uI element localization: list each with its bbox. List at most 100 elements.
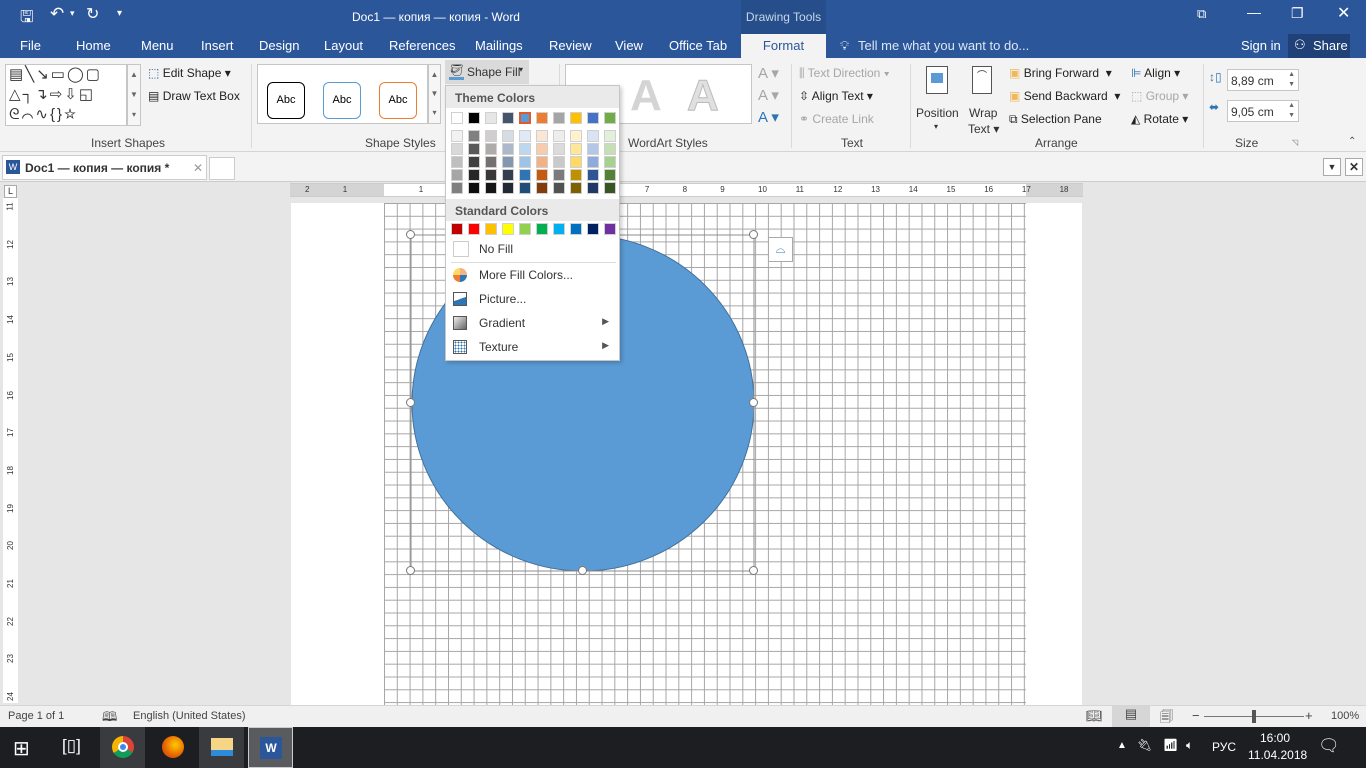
- theme-shade-swatch[interactable]: [485, 182, 497, 194]
- page-count[interactable]: Page 1 of 1: [8, 710, 64, 722]
- battery-icon[interactable]: 🔌︎: [1137, 738, 1152, 752]
- standard-color-swatch[interactable]: [519, 223, 531, 235]
- print-layout-icon[interactable]: ▤: [1112, 706, 1150, 727]
- taskbar-word[interactable]: W: [248, 727, 293, 768]
- resize-handle[interactable]: [578, 566, 587, 575]
- standard-color-swatch[interactable]: [502, 223, 514, 235]
- standard-color-swatch[interactable]: [536, 223, 548, 235]
- theme-shade-swatch[interactable]: [553, 182, 565, 194]
- picture-fill-item[interactable]: Picture...: [446, 287, 619, 311]
- theme-shade-swatch[interactable]: [587, 130, 599, 142]
- theme-shade-swatch[interactable]: [536, 182, 548, 194]
- theme-shade-swatch[interactable]: [553, 156, 565, 168]
- resize-handle[interactable]: [406, 566, 415, 575]
- theme-shade-swatch[interactable]: [553, 143, 565, 155]
- theme-shade-swatch[interactable]: [451, 169, 463, 181]
- theme-shade-swatch[interactable]: [587, 169, 599, 181]
- theme-shade-swatch[interactable]: [519, 130, 531, 142]
- standard-color-swatch[interactable]: [587, 223, 599, 235]
- theme-color-swatch[interactable]: [502, 112, 514, 124]
- theme-color-swatch[interactable]: [451, 112, 463, 124]
- standard-color-swatch[interactable]: [553, 223, 565, 235]
- theme-shade-swatch[interactable]: [451, 130, 463, 142]
- read-mode-icon[interactable]: 📖︎: [1086, 708, 1103, 724]
- taskbar-chrome[interactable]: [100, 727, 145, 768]
- zoom-out-icon[interactable]: −: [1192, 708, 1200, 723]
- action-center-icon[interactable]: 🗨︎: [1318, 736, 1340, 756]
- theme-shade-swatch[interactable]: [587, 156, 599, 168]
- theme-shade-swatch[interactable]: [604, 143, 616, 155]
- resize-handle[interactable]: [406, 398, 415, 407]
- show-hidden-icons[interactable]: ▲: [1117, 740, 1127, 751]
- texture-fill-item[interactable]: Texture ▶: [446, 335, 619, 359]
- resize-handle[interactable]: [749, 398, 758, 407]
- theme-shade-swatch[interactable]: [587, 143, 599, 155]
- theme-shade-swatch[interactable]: [519, 182, 531, 194]
- theme-shade-swatch[interactable]: [604, 156, 616, 168]
- theme-shade-swatch[interactable]: [519, 143, 531, 155]
- zoom-slider-thumb[interactable]: [1252, 710, 1256, 723]
- standard-color-swatch[interactable]: [468, 223, 480, 235]
- wifi-icon[interactable]: 📶︎: [1163, 738, 1178, 752]
- windows-start-icon[interactable]: ⊞: [13, 736, 30, 761]
- theme-color-swatch[interactable]: [604, 112, 616, 124]
- layout-options-icon[interactable]: ⌓: [768, 237, 793, 262]
- standard-color-swatch[interactable]: [485, 223, 497, 235]
- theme-shade-swatch[interactable]: [570, 143, 582, 155]
- theme-shade-swatch[interactable]: [570, 169, 582, 181]
- theme-color-swatch[interactable]: [485, 112, 497, 124]
- theme-shade-swatch[interactable]: [604, 130, 616, 142]
- theme-shade-swatch[interactable]: [468, 143, 480, 155]
- taskbar-explorer[interactable]: [199, 727, 244, 768]
- standard-color-swatch[interactable]: [451, 223, 463, 235]
- theme-color-swatch[interactable]: [468, 112, 480, 124]
- theme-shade-swatch[interactable]: [468, 130, 480, 142]
- clock-time[interactable]: 16:00: [1260, 731, 1290, 745]
- theme-shade-swatch[interactable]: [451, 143, 463, 155]
- theme-color-swatch[interactable]: [536, 112, 548, 124]
- theme-color-swatch[interactable]: [553, 112, 565, 124]
- more-fill-colors-item[interactable]: More Fill Colors...: [446, 263, 619, 287]
- theme-shade-swatch[interactable]: [604, 182, 616, 194]
- theme-shade-swatch[interactable]: [536, 169, 548, 181]
- theme-shade-swatch[interactable]: [485, 169, 497, 181]
- gradient-fill-item[interactable]: Gradient ▶: [446, 311, 619, 335]
- taskbar-firefox[interactable]: [150, 727, 195, 768]
- theme-shade-swatch[interactable]: [519, 156, 531, 168]
- theme-shade-swatch[interactable]: [519, 169, 531, 181]
- theme-shade-swatch[interactable]: [553, 130, 565, 142]
- theme-shade-swatch[interactable]: [468, 156, 480, 168]
- theme-shade-swatch[interactable]: [502, 169, 514, 181]
- theme-shade-swatch[interactable]: [553, 169, 565, 181]
- resize-handle[interactable]: [749, 566, 758, 575]
- theme-shade-swatch[interactable]: [587, 182, 599, 194]
- standard-color-swatch[interactable]: [604, 223, 616, 235]
- theme-shade-swatch[interactable]: [485, 156, 497, 168]
- theme-shade-swatch[interactable]: [502, 130, 514, 142]
- resize-handle[interactable]: [749, 230, 758, 239]
- theme-shade-swatch[interactable]: [570, 156, 582, 168]
- zoom-level[interactable]: 100%: [1331, 710, 1359, 722]
- theme-color-swatch[interactable]: [519, 112, 531, 124]
- theme-shade-swatch[interactable]: [502, 156, 514, 168]
- resize-handle[interactable]: [406, 230, 415, 239]
- zoom-in-icon[interactable]: +: [1305, 708, 1313, 723]
- theme-shade-swatch[interactable]: [536, 130, 548, 142]
- theme-shade-swatch[interactable]: [604, 169, 616, 181]
- standard-color-swatch[interactable]: [570, 223, 582, 235]
- theme-color-swatch[interactable]: [570, 112, 582, 124]
- theme-shade-swatch[interactable]: [570, 130, 582, 142]
- theme-shade-swatch[interactable]: [451, 156, 463, 168]
- theme-shade-swatch[interactable]: [502, 182, 514, 194]
- theme-shade-swatch[interactable]: [485, 130, 497, 142]
- theme-shade-swatch[interactable]: [451, 182, 463, 194]
- theme-shade-swatch[interactable]: [468, 169, 480, 181]
- task-view-icon[interactable]: [▯]: [62, 736, 81, 756]
- no-fill-item[interactable]: No Fill: [446, 237, 619, 261]
- theme-shade-swatch[interactable]: [570, 182, 582, 194]
- theme-color-swatch[interactable]: [587, 112, 599, 124]
- theme-shade-swatch[interactable]: [536, 143, 548, 155]
- theme-shade-swatch[interactable]: [536, 156, 548, 168]
- theme-shade-swatch[interactable]: [468, 182, 480, 194]
- theme-shade-swatch[interactable]: [502, 143, 514, 155]
